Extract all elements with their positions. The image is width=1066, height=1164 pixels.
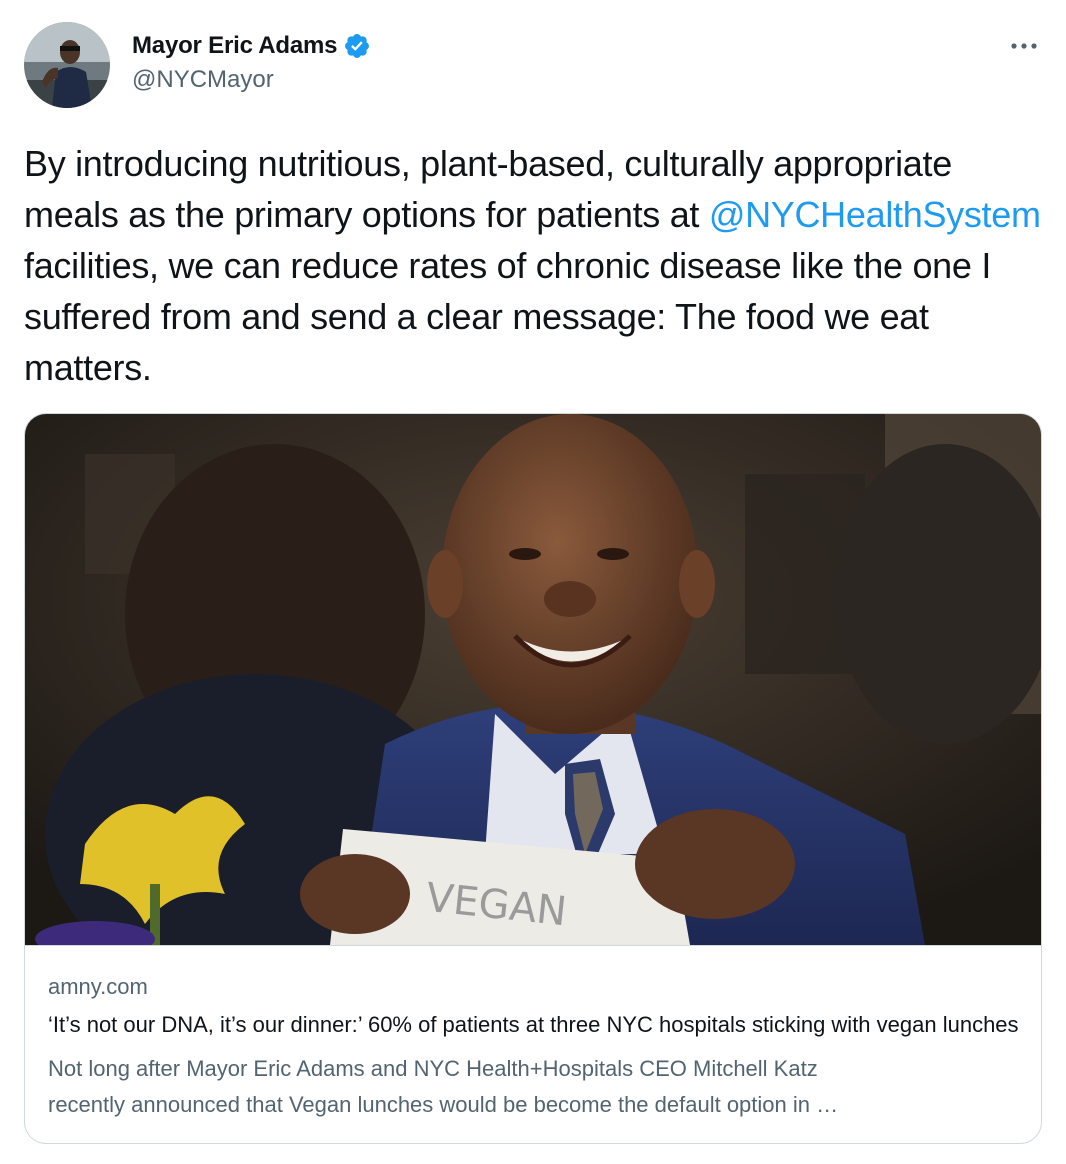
- tweet-text: By introducing nutritious, plant-based, …: [24, 138, 1044, 393]
- link-card-description-line: recently announced that Vegan lunches wo…: [48, 1092, 839, 1117]
- author-avatar[interactable]: [24, 22, 110, 108]
- author-avatar-image: [24, 22, 110, 108]
- more-horizontal-icon: [1011, 43, 1037, 49]
- author-handle[interactable]: @NYCMayor: [132, 66, 274, 94]
- more-options-button[interactable]: [1004, 28, 1044, 64]
- tweet-text-after: facilities, we can reduce rates of chron…: [24, 245, 992, 388]
- link-card-description-line: Not long after Mayor Eric Adams and NYC …: [48, 1056, 818, 1081]
- author-display-name: Mayor Eric Adams: [132, 32, 338, 59]
- link-card-domain: amny.com: [48, 974, 148, 999]
- mention-link[interactable]: @NYCHealthSystem: [709, 194, 1041, 235]
- link-card-title: ‘It’s not our DNA, it’s our dinner:’ 60%…: [48, 1012, 1019, 1037]
- link-card-description: Not long after Mayor Eric Adams and NYC …: [48, 1051, 1020, 1123]
- link-preview-image: VEGAN: [25, 414, 1041, 946]
- verified-badge-icon: [343, 32, 371, 60]
- author-name-row[interactable]: Mayor Eric Adams: [132, 30, 371, 62]
- link-preview-card[interactable]: VEGAN amny.com ‘It’s not our DNA, it’s o…: [24, 413, 1042, 1144]
